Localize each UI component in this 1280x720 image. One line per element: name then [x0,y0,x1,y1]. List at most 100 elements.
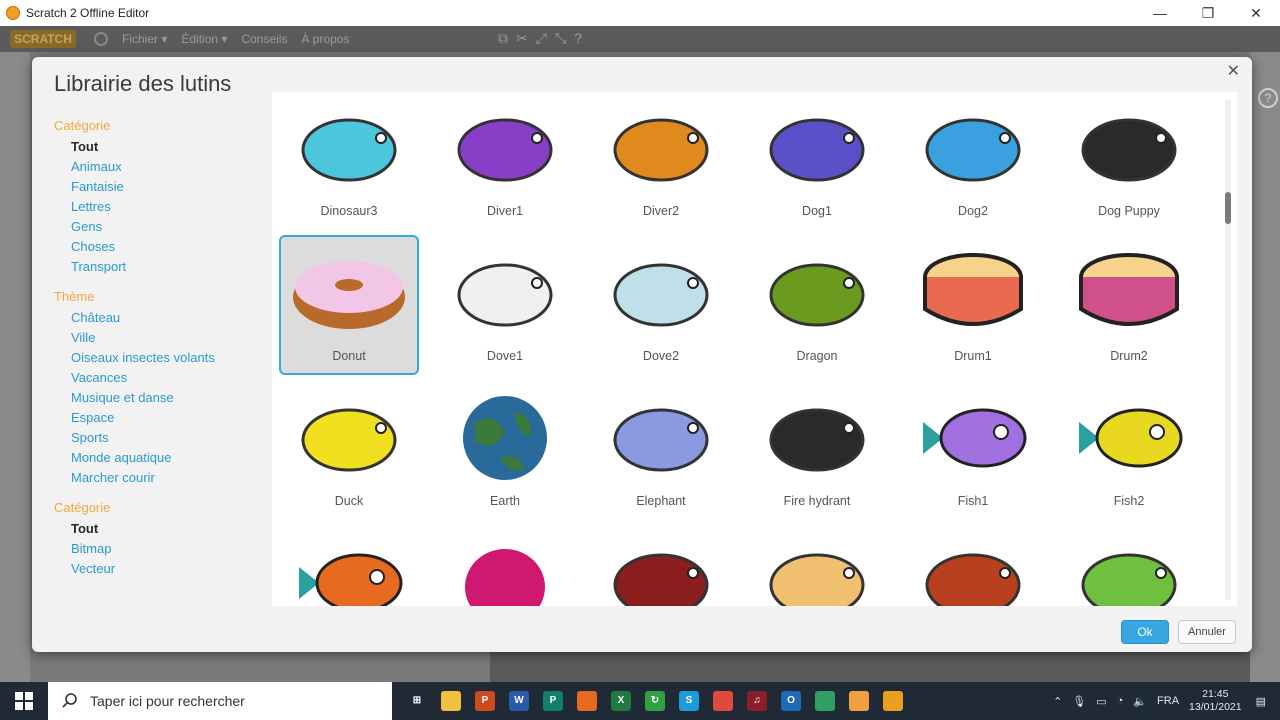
theme-title: Thème [54,289,95,304]
sidebar-item-bitmap[interactable]: Bitmap [54,539,269,559]
sidebar-item-transport[interactable]: Transport [54,257,269,277]
media-icon[interactable]: ♫ [740,682,774,720]
windows-logo-icon [15,692,33,710]
cancel-button[interactable]: Annuler [1178,620,1236,644]
microphone-icon[interactable]: 🎙 [1072,695,1086,708]
battery-icon[interactable]: ▭ [1096,695,1106,708]
help-block-icon[interactable]: ? [574,30,582,47]
window-controls: — ❐ ✕ [1136,0,1280,26]
scratch-app-icon [6,6,20,20]
start-button[interactable] [0,682,48,720]
sprite-tile[interactable] [435,527,575,606]
notifications-icon[interactable]: ▤ [1256,695,1266,708]
sprite-label: Earth [490,494,520,508]
globe-icon[interactable] [94,32,108,46]
outlook-icon[interactable]: O [774,682,808,720]
sprite-tile[interactable]: Drum2 [1059,237,1199,377]
sprite-tile[interactable]: Dog Puppy [1059,92,1199,232]
sprite-tile[interactable]: Drum1 [903,237,1043,377]
scrollbar-track[interactable] [1225,100,1231,600]
sprite-label: Fish1 [957,494,989,508]
language-indicator[interactable]: FRA [1157,695,1179,707]
app-orange-icon[interactable] [842,682,876,720]
clock-date: 13/01/2021 [1189,701,1242,713]
sprite-tile[interactable]: Fire hydrant [747,382,887,522]
sidebar-item-things[interactable]: Choses [54,237,269,257]
dragon-icon [747,237,887,349]
firefox-icon[interactable] [570,682,604,720]
sprite-tile[interactable]: Dinosaur3 [279,92,419,232]
sidebar-item-flying[interactable]: Oiseaux insectes volants [54,348,269,368]
sprite-tile[interactable] [903,527,1043,606]
sidebar-item-music[interactable]: Musique et danse [54,388,269,408]
sidebar-item-space[interactable]: Espace [54,408,269,428]
help-icon[interactable]: ? [1258,88,1278,108]
sprite-label: Dragon [796,349,838,363]
skype-icon[interactable]: S [672,682,706,720]
shrink-icon[interactable]: ⤡ [555,30,566,47]
sprite-tile[interactable]: Duck [279,382,419,522]
word-icon[interactable]: W [502,682,536,720]
sprite-tile[interactable]: Dove1 [435,237,575,377]
sidebar-item-fantasy[interactable]: Fantaisie [54,177,269,197]
tray-chevron-icon[interactable]: ⌃ [1053,695,1062,708]
sprite-tile[interactable]: Dog1 [747,92,887,232]
sprite-label: Dog2 [958,204,988,218]
clock[interactable]: 21:45 13/01/2021 [1189,688,1242,714]
sidebar-item-sports[interactable]: Sports [54,428,269,448]
sidebar-item-castle[interactable]: Château [54,308,269,328]
sprite-tile[interactable]: Diver1 [435,92,575,232]
sidebar-item-vector[interactable]: Vecteur [54,559,269,579]
excel-icon[interactable]: X [604,682,638,720]
sprite-tile[interactable] [591,527,731,606]
sidebar-item-holiday[interactable]: Vacances [54,368,269,388]
sprite-tile[interactable] [1059,527,1199,606]
sprite-tile[interactable] [279,527,419,606]
sidebar-item-letters[interactable]: Lettres [54,197,269,217]
sidebar-item-city[interactable]: Ville [54,328,269,348]
sidebar-item-people[interactable]: Gens [54,217,269,237]
sidebar-item-walking[interactable]: Marcher courir [54,468,269,488]
sidebar-item-animals[interactable]: Animaux [54,157,269,177]
menu-edit[interactable]: Édition ▾ [181,32,227,46]
sidebar-item-type-all[interactable]: Tout [54,519,269,539]
scrollbar-thumb[interactable] [1225,192,1231,224]
minimize-icon[interactable]: — [1136,0,1184,26]
sidebar-item-underwater[interactable]: Monde aquatique [54,448,269,468]
paint-icon[interactable] [706,682,740,720]
network-icon[interactable]: ◔ [1117,695,1124,707]
sprite-tile[interactable]: Earth [435,382,575,522]
app-green-icon[interactable] [808,682,842,720]
sprite-tile[interactable]: Dove2 [591,237,731,377]
sprite-tile[interactable]: Dog2 [903,92,1043,232]
sprite-tile[interactable]: Diver2 [591,92,731,232]
sprite-tile[interactable]: Dragon [747,237,887,377]
close-dialog-icon[interactable]: ✕ [1227,61,1240,81]
close-window-icon[interactable]: ✕ [1232,0,1280,26]
scratch-icon[interactable] [876,682,910,720]
sidebar-item-all[interactable]: Tout [54,137,269,157]
menu-about[interactable]: À propos [301,32,349,46]
volume-icon[interactable]: 🔈 [1133,695,1147,708]
restore-icon[interactable]: ❐ [1184,0,1232,26]
ok-button[interactable]: Ok [1121,620,1169,644]
task-view-icon[interactable]: ⊞ [400,682,434,720]
toolbar: ⧉ ✂ ⤢ ⤡ ? [498,30,582,47]
sprite-tile[interactable]: Donut [279,235,419,375]
window-titlebar: Scratch 2 Offline Editor — ❐ ✕ [0,0,1280,26]
menu-tips[interactable]: Conseils [241,32,287,46]
menu-file[interactable]: Fichier ▾ [122,32,167,46]
sprite-tile[interactable]: Fish2 [1059,382,1199,522]
sprite-tile[interactable] [747,527,887,606]
sync-icon[interactable]: ↻ [638,682,672,720]
powerpoint-icon[interactable]: P [468,682,502,720]
file-explorer-icon[interactable] [434,682,468,720]
sprite-label: Dog1 [802,204,832,218]
sprite-tile[interactable]: Fish1 [903,382,1043,522]
cut-icon[interactable]: ✂ [516,30,528,47]
taskbar-search[interactable]: Taper ici pour rechercher [48,682,392,720]
grow-icon[interactable]: ⤢ [536,30,547,47]
duplicate-icon[interactable]: ⧉ [498,30,508,47]
sprite-tile[interactable]: Elephant [591,382,731,522]
publisher-icon[interactable]: P [536,682,570,720]
